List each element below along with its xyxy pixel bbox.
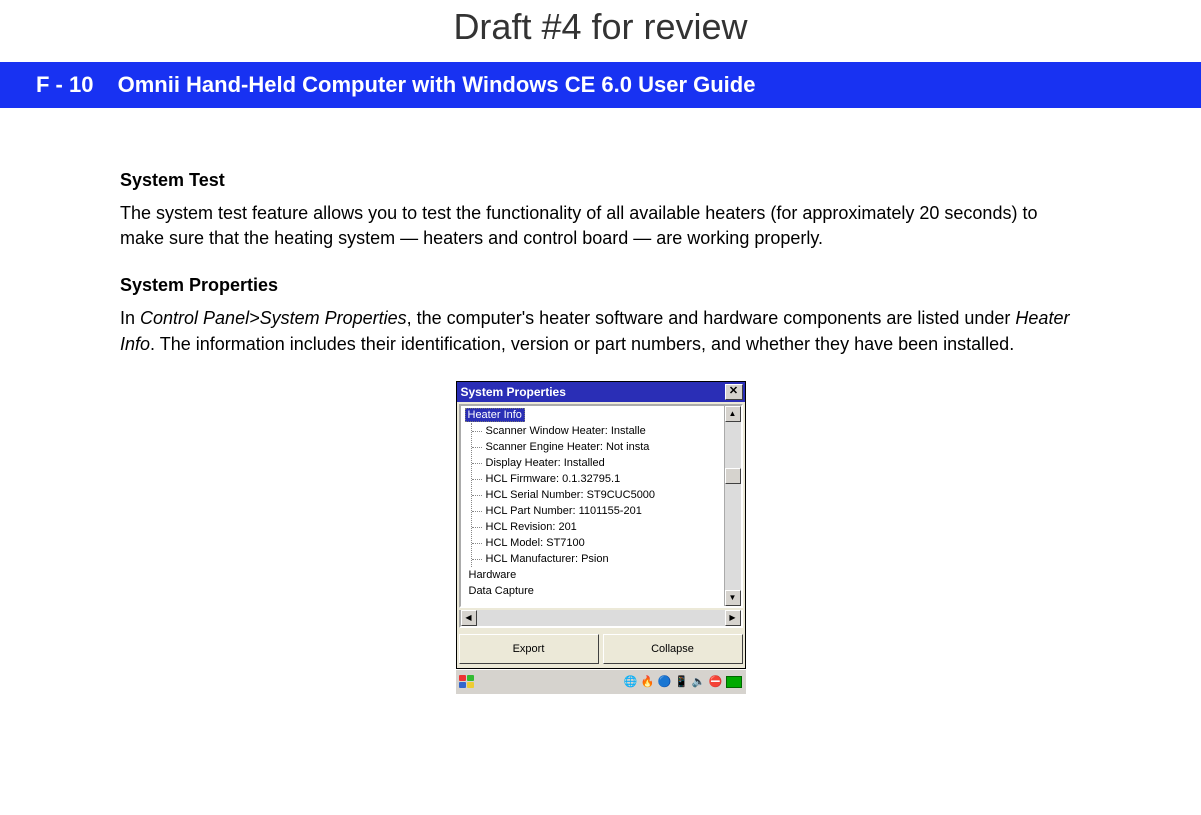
text-fragment: In: [120, 308, 140, 328]
draft-watermark: Draft #4 for review: [0, 0, 1201, 62]
text-fragment: , the computer's heater software and har…: [407, 308, 1016, 328]
taskbar[interactable]: 🌐 🔥 🔵 📱 🔈 ⛔: [456, 669, 746, 694]
dialog-titlebar[interactable]: System Properties ✕: [457, 382, 745, 402]
para-system-properties: In Control Panel>System Properties, the …: [120, 306, 1081, 356]
tree-item[interactable]: Scanner Engine Heater: Not insta: [472, 439, 741, 455]
tree-item[interactable]: HCL Model: ST7100: [472, 535, 741, 551]
network-icon[interactable]: 🔵: [658, 675, 672, 689]
device-icon[interactable]: 📱: [675, 675, 689, 689]
sound-icon[interactable]: 🔈: [692, 675, 706, 689]
scroll-down-button[interactable]: ▼: [725, 590, 741, 606]
alert-icon[interactable]: ⛔: [709, 675, 723, 689]
heading-system-test: System Test: [120, 170, 1081, 191]
vertical-scrollbar[interactable]: ▲ ▼: [724, 406, 741, 606]
tree-item[interactable]: Scanner Window Heater: Installe: [472, 423, 741, 439]
start-icon[interactable]: [458, 674, 476, 690]
tree-root-heater-info[interactable]: Heater Info: [465, 408, 525, 422]
para-system-test: The system test feature allows you to te…: [120, 201, 1081, 251]
text-fragment: . The information includes their identif…: [150, 334, 1014, 354]
tree-item[interactable]: HCL Serial Number: ST9CUC5000: [472, 487, 741, 503]
heading-system-properties: System Properties: [120, 275, 1081, 296]
tree-item[interactable]: HCL Part Number: 1101155-201: [472, 503, 741, 519]
fire-icon[interactable]: 🔥: [641, 675, 655, 689]
doc-title: Omnii Hand-Held Computer with Windows CE…: [118, 72, 756, 97]
horizontal-scrollbar[interactable]: ◀ ▶: [459, 610, 743, 628]
arrow-right-icon: ▶: [729, 613, 735, 622]
globe-icon[interactable]: 🌐: [624, 675, 638, 689]
tree-node-hardware[interactable]: Hardware: [465, 567, 741, 583]
tree-item[interactable]: HCL Revision: 201: [472, 519, 741, 535]
header-banner: F - 10 Omnii Hand-Held Computer with Win…: [0, 62, 1201, 108]
dialog-button-row: Export Collapse: [457, 630, 745, 668]
arrow-left-icon: ◀: [465, 613, 471, 622]
scroll-left-button[interactable]: ◀: [461, 610, 477, 626]
tree-item[interactable]: HCL Firmware: 0.1.32795.1: [472, 471, 741, 487]
close-icon: ✕: [729, 386, 738, 397]
battery-icon[interactable]: [726, 676, 742, 688]
collapse-button[interactable]: Collapse: [603, 634, 743, 664]
scroll-thumb[interactable]: [725, 468, 741, 484]
system-properties-dialog: System Properties ✕ Heater Info Scanner …: [456, 381, 746, 694]
scroll-up-button[interactable]: ▲: [725, 406, 741, 422]
tree-item[interactable]: HCL Manufacturer: Psion: [472, 551, 741, 567]
scroll-right-button[interactable]: ▶: [725, 610, 741, 626]
tree-node-data-capture[interactable]: Data Capture: [465, 583, 741, 599]
tree-view[interactable]: Heater Info Scanner Window Heater: Insta…: [459, 404, 743, 608]
page-number: F - 10: [36, 72, 93, 97]
export-button[interactable]: Export: [459, 634, 599, 664]
arrow-up-icon: ▲: [729, 409, 737, 418]
system-tray: 🌐 🔥 🔵 📱 🔈 ⛔: [624, 675, 744, 689]
arrow-down-icon: ▼: [729, 593, 737, 602]
tree-item[interactable]: Display Heater: Installed: [472, 455, 741, 471]
text-italic: Control Panel>System Properties: [140, 308, 407, 328]
close-button[interactable]: ✕: [725, 384, 743, 400]
dialog-title: System Properties: [461, 385, 566, 399]
page-content: System Test The system test feature allo…: [0, 108, 1201, 694]
